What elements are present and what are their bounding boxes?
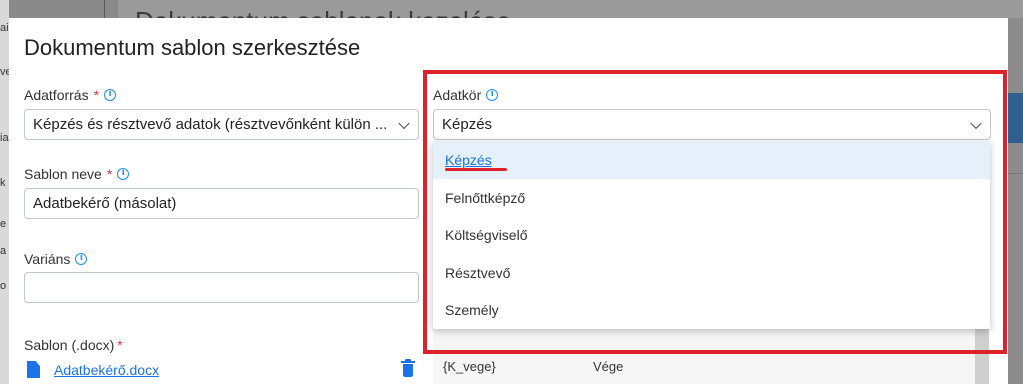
trash-icon[interactable] xyxy=(401,359,415,378)
info-icon[interactable]: i xyxy=(104,89,117,101)
chevron-down-icon xyxy=(398,117,410,129)
background-sidebar-strip: ai ve ia k e a o xyxy=(0,0,12,384)
info-icon[interactable]: i xyxy=(486,89,499,101)
dropdown-option-label: Képzés xyxy=(445,152,492,168)
info-icon[interactable]: i xyxy=(75,253,88,265)
trash-icon-lid xyxy=(401,361,415,363)
sablon-docx-label: Sablon (.docx) * xyxy=(24,337,123,353)
background-text: e xyxy=(0,218,7,230)
modal-dialog: Dokumentum sablon szerkesztése Adatforrá… xyxy=(9,18,1008,384)
annotation-underline xyxy=(445,168,507,171)
adatforras-select[interactable]: Képzés és résztvevő adatok (résztvevőnké… xyxy=(24,109,419,140)
dropdown-option-label: Személy xyxy=(445,302,499,318)
sablon-neve-label-text: Sablon neve xyxy=(24,166,102,182)
adatkor-value: Képzés xyxy=(442,116,493,133)
required-mark: * xyxy=(117,337,123,353)
modal-title: Dokumentum sablon szerkesztése xyxy=(24,35,361,60)
dropdown-option-label: Résztvevő xyxy=(445,265,511,281)
adatkor-dropdown: Képzés Felnőttképző Költségviselő Résztv… xyxy=(433,141,990,329)
info-icon[interactable]: i xyxy=(117,168,130,180)
adatkor-select[interactable]: Képzés xyxy=(433,109,991,140)
varians-label: Variáns i xyxy=(24,251,88,267)
varians-label-text: Variáns xyxy=(24,251,71,267)
sablon-neve-label: Sablon neve * i xyxy=(24,166,130,182)
adatforras-value: Képzés és résztvevő adatok (résztvevőnké… xyxy=(33,116,388,133)
sablon-neve-input[interactable]: Adatbekérő (másolat) xyxy=(24,188,419,219)
background-right-strip xyxy=(1008,18,1023,384)
dropdown-option-label: Költségviselő xyxy=(445,227,528,243)
background-text: o xyxy=(0,280,7,292)
template-file-link[interactable]: Adatbekérő.docx xyxy=(54,362,159,378)
background-text: ia xyxy=(0,132,9,144)
trash-icon-body xyxy=(403,364,413,377)
dropdown-option-resztvevo[interactable]: Résztvevő xyxy=(433,254,990,292)
background-text: a xyxy=(0,245,7,257)
dropdown-option-szemely[interactable]: Személy xyxy=(433,291,990,329)
background-text: k xyxy=(0,177,6,189)
table-cell-key: {K_vege} xyxy=(443,359,496,374)
background-button xyxy=(1008,93,1023,143)
dropdown-option-kepzes[interactable]: Képzés xyxy=(433,141,990,179)
required-mark: * xyxy=(106,166,113,182)
sablon-docx-label-text: Sablon (.docx) xyxy=(24,337,115,353)
table-cell-name: Vége xyxy=(593,359,624,374)
adatforras-label-text: Adatforrás xyxy=(24,87,89,103)
chevron-down-icon xyxy=(970,117,982,129)
adatkor-label-text: Adatkör xyxy=(433,87,482,103)
dropdown-option-koltsegviselo[interactable]: Költségviselő xyxy=(433,216,990,254)
dropdown-option-felnottkepzo[interactable]: Felnőttképző xyxy=(433,179,990,217)
background-divider xyxy=(1008,173,1023,174)
file-icon xyxy=(27,361,40,378)
field-table: {K_vege} Vége xyxy=(433,328,989,384)
sablon-neve-value: Adatbekérő (másolat) xyxy=(33,195,177,212)
varians-input[interactable] xyxy=(24,272,419,303)
background-text: ai xyxy=(0,22,9,34)
adatforras-label: Adatforrás * i xyxy=(24,87,117,103)
dropdown-option-label: Felnőttképző xyxy=(445,190,526,206)
adatkor-label: Adatkör i xyxy=(433,87,499,103)
required-mark: * xyxy=(93,87,100,103)
